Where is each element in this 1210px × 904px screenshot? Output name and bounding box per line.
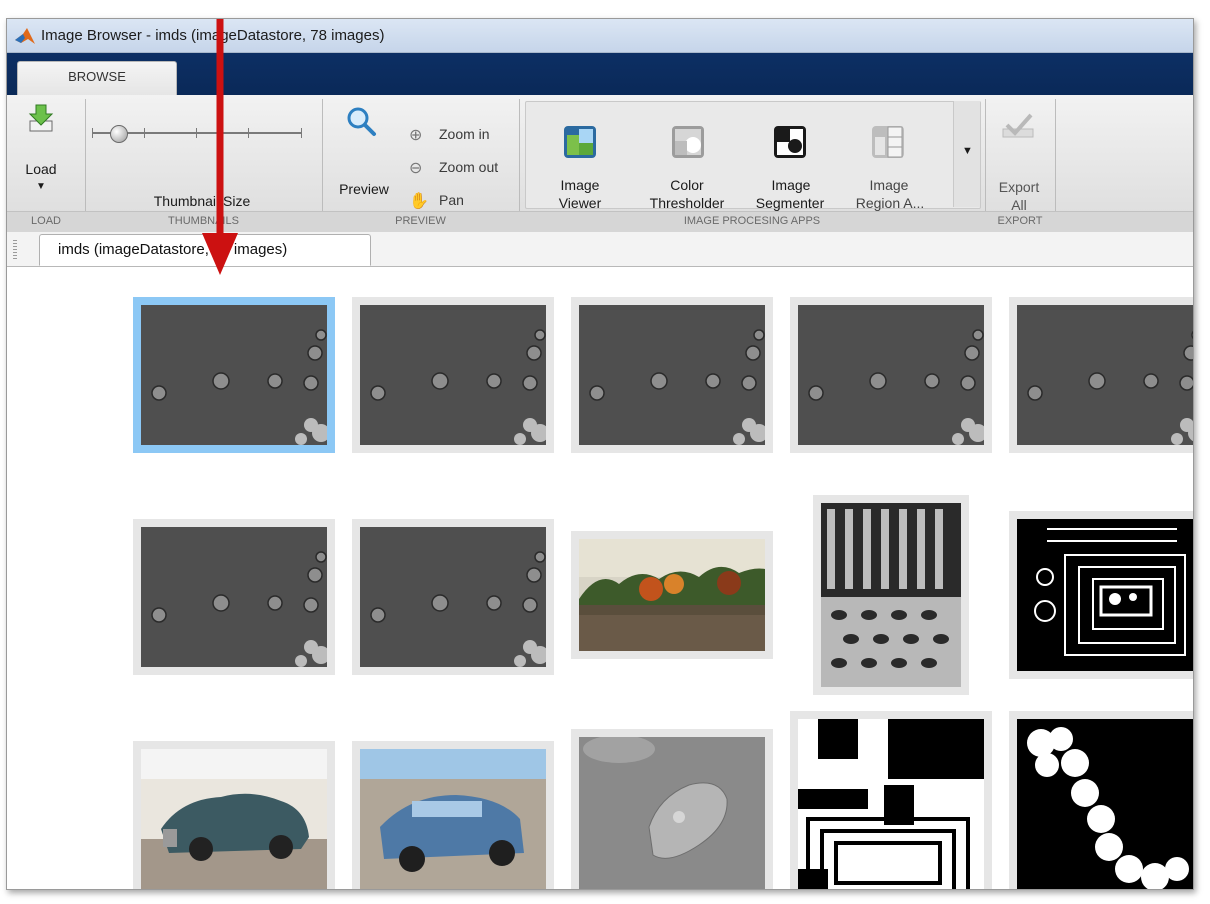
- separator: [322, 99, 323, 229]
- image-segmenter-icon: [774, 126, 806, 158]
- zoom-out-label: Zoom out: [439, 159, 499, 175]
- thumbnail-image: [141, 305, 327, 445]
- drag-grip-icon[interactable]: [13, 240, 17, 260]
- slider-tick: [92, 128, 93, 138]
- matlab-logo-icon: [15, 28, 35, 44]
- thumbnail[interactable]: [571, 297, 773, 453]
- document-tab-bar: imds (imageDatastore, 78 images): [7, 232, 1193, 267]
- app-label: Thresholder: [649, 195, 725, 211]
- thumbnail-image: [798, 305, 984, 445]
- separator: [85, 99, 86, 229]
- app-label: Image: [771, 177, 811, 193]
- separator: [1055, 99, 1056, 229]
- thumbnail-image: [1017, 519, 1193, 671]
- pan-hand-icon: ✋: [409, 193, 429, 210]
- slider-tick: [196, 128, 197, 138]
- thumbnail[interactable]: [571, 531, 773, 659]
- ribbon-toolbar: Load ▼ Thumbnail Size Preview ⊕ Zoom in: [7, 95, 1193, 232]
- section-label-apps: IMAGE PROCESING APPS: [683, 215, 821, 227]
- title-bar: Image Browser - imds (imageDatastore, 78…: [7, 19, 1193, 53]
- app-label: Segmenter: [755, 195, 825, 211]
- load-icon: [28, 104, 54, 132]
- thumbnail[interactable]: [133, 297, 335, 453]
- section-label-load: LOAD: [31, 215, 61, 227]
- load-label: Load: [25, 161, 57, 177]
- apps-gallery-expand-button[interactable]: ▼: [953, 101, 980, 207]
- zoom-in-icon: ⊕: [409, 127, 423, 144]
- thumbnail-image: [821, 503, 961, 687]
- section-label-export: EXPORT: [997, 215, 1043, 227]
- ribbon-section-labels: LOAD THUMBNAILS PREVIEW IMAGE PROCESING …: [7, 211, 1193, 232]
- export-label: Export: [998, 179, 1040, 195]
- thumbnail[interactable]: [133, 519, 335, 675]
- image-browser-window: Image Browser - imds (imageDatastore, 78…: [6, 18, 1194, 890]
- thumbnail-image: [579, 305, 765, 445]
- thumbnail-image: [360, 527, 546, 667]
- slider-tick: [301, 128, 302, 138]
- separator: [519, 99, 520, 229]
- thumbnail-image: [1017, 305, 1193, 445]
- image-viewer-icon: [564, 126, 596, 158]
- annotation-arrow-icon: [202, 19, 238, 275]
- thumbnail[interactable]: [571, 729, 773, 889]
- thumbnail-image: [1017, 719, 1193, 889]
- thumbnail[interactable]: [133, 741, 335, 889]
- thumbnail-image: [141, 749, 327, 889]
- thumbnail[interactable]: [790, 297, 992, 453]
- slider-tick: [144, 128, 145, 138]
- checkmark-icon: [1002, 113, 1034, 138]
- zoom-out-icon: ⊖: [409, 160, 423, 177]
- thumbnail[interactable]: [352, 741, 554, 889]
- thumbnail-image: [141, 527, 327, 667]
- thumbnail[interactable]: [1009, 711, 1193, 889]
- thumbnail-image: [579, 737, 765, 889]
- thumbnail[interactable]: [352, 297, 554, 453]
- thumbnail[interactable]: [790, 711, 992, 889]
- thumbnail-image: [360, 749, 546, 889]
- ribbon-tab-strip: BROWSE: [7, 53, 1193, 98]
- separator: [985, 99, 986, 229]
- thumbnail[interactable]: [813, 495, 969, 695]
- thumbnail-image: [579, 539, 765, 651]
- app-label: Region A...: [855, 195, 925, 211]
- thumbnail-image: [360, 305, 546, 445]
- tab-browse[interactable]: BROWSE: [17, 61, 177, 98]
- section-label-preview: PREVIEW: [395, 215, 446, 227]
- thumbnail[interactable]: [1009, 511, 1193, 679]
- slider-knob[interactable]: [110, 125, 128, 143]
- app-label: Image: [560, 177, 600, 193]
- app-label: Image: [869, 177, 909, 193]
- load-dropdown-icon: ▼: [36, 181, 46, 192]
- thumbnail-grid: [7, 267, 1193, 889]
- app-label: Color: [670, 177, 704, 193]
- thumbnail[interactable]: [1009, 297, 1193, 453]
- pan-label: Pan: [439, 192, 464, 208]
- magnifier-icon: [347, 107, 376, 136]
- image-region-analyzer-icon: [872, 126, 904, 158]
- zoom-in-label: Zoom in: [439, 126, 490, 142]
- color-thresholder-icon: [672, 126, 704, 158]
- app-label: Viewer: [558, 195, 602, 211]
- thumbnail[interactable]: [352, 519, 554, 675]
- thumbnail-image: [798, 719, 984, 889]
- preview-label: Preview: [339, 181, 389, 197]
- chevron-down-icon: ▼: [962, 145, 973, 157]
- slider-tick: [248, 128, 249, 138]
